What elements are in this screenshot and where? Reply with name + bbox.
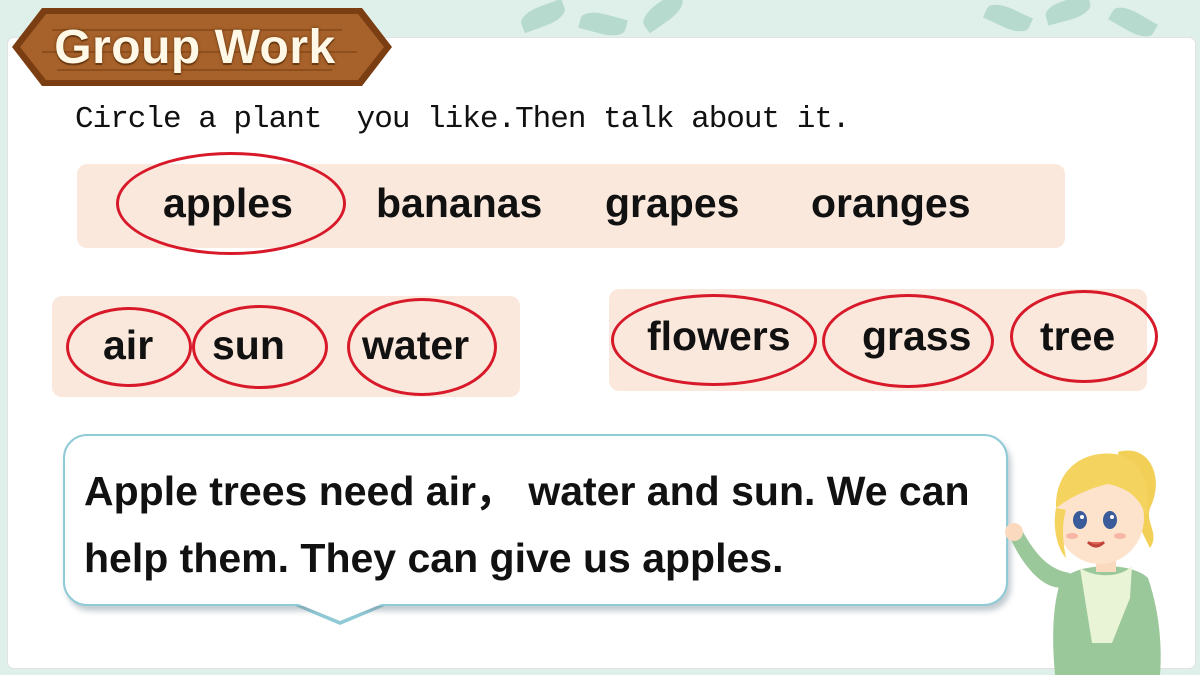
word-grapes[interactable]: grapes bbox=[605, 183, 739, 224]
word-air[interactable]: air bbox=[103, 325, 153, 366]
word-tree[interactable]: tree bbox=[1040, 316, 1115, 357]
word-sun[interactable]: sun bbox=[212, 325, 285, 366]
word-apples[interactable]: apples bbox=[163, 183, 293, 224]
instruction-text: Circle a plant you like.Then talk about … bbox=[75, 102, 851, 137]
word-water[interactable]: water bbox=[362, 325, 469, 366]
speech-text: Apple trees need air， water and sun. We … bbox=[84, 468, 970, 581]
girl-illustration bbox=[1005, 450, 1161, 675]
speech-bubble-tail-fill bbox=[291, 601, 389, 621]
word-oranges[interactable]: oranges bbox=[811, 183, 971, 224]
title-banner: Group Work bbox=[12, 4, 392, 90]
word-grass[interactable]: grass bbox=[862, 316, 971, 357]
word-flowers[interactable]: flowers bbox=[647, 316, 791, 357]
word-bananas[interactable]: bananas bbox=[376, 183, 542, 224]
page-title: Group Work bbox=[54, 20, 336, 74]
